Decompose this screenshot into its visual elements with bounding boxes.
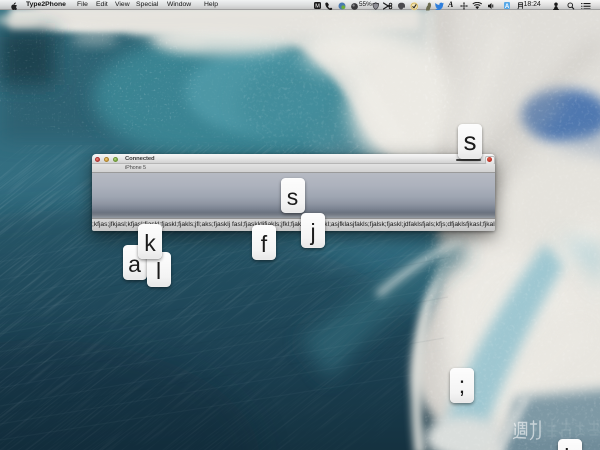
svg-text:A: A [505,4,510,9]
svg-text:M: M [315,4,320,10]
